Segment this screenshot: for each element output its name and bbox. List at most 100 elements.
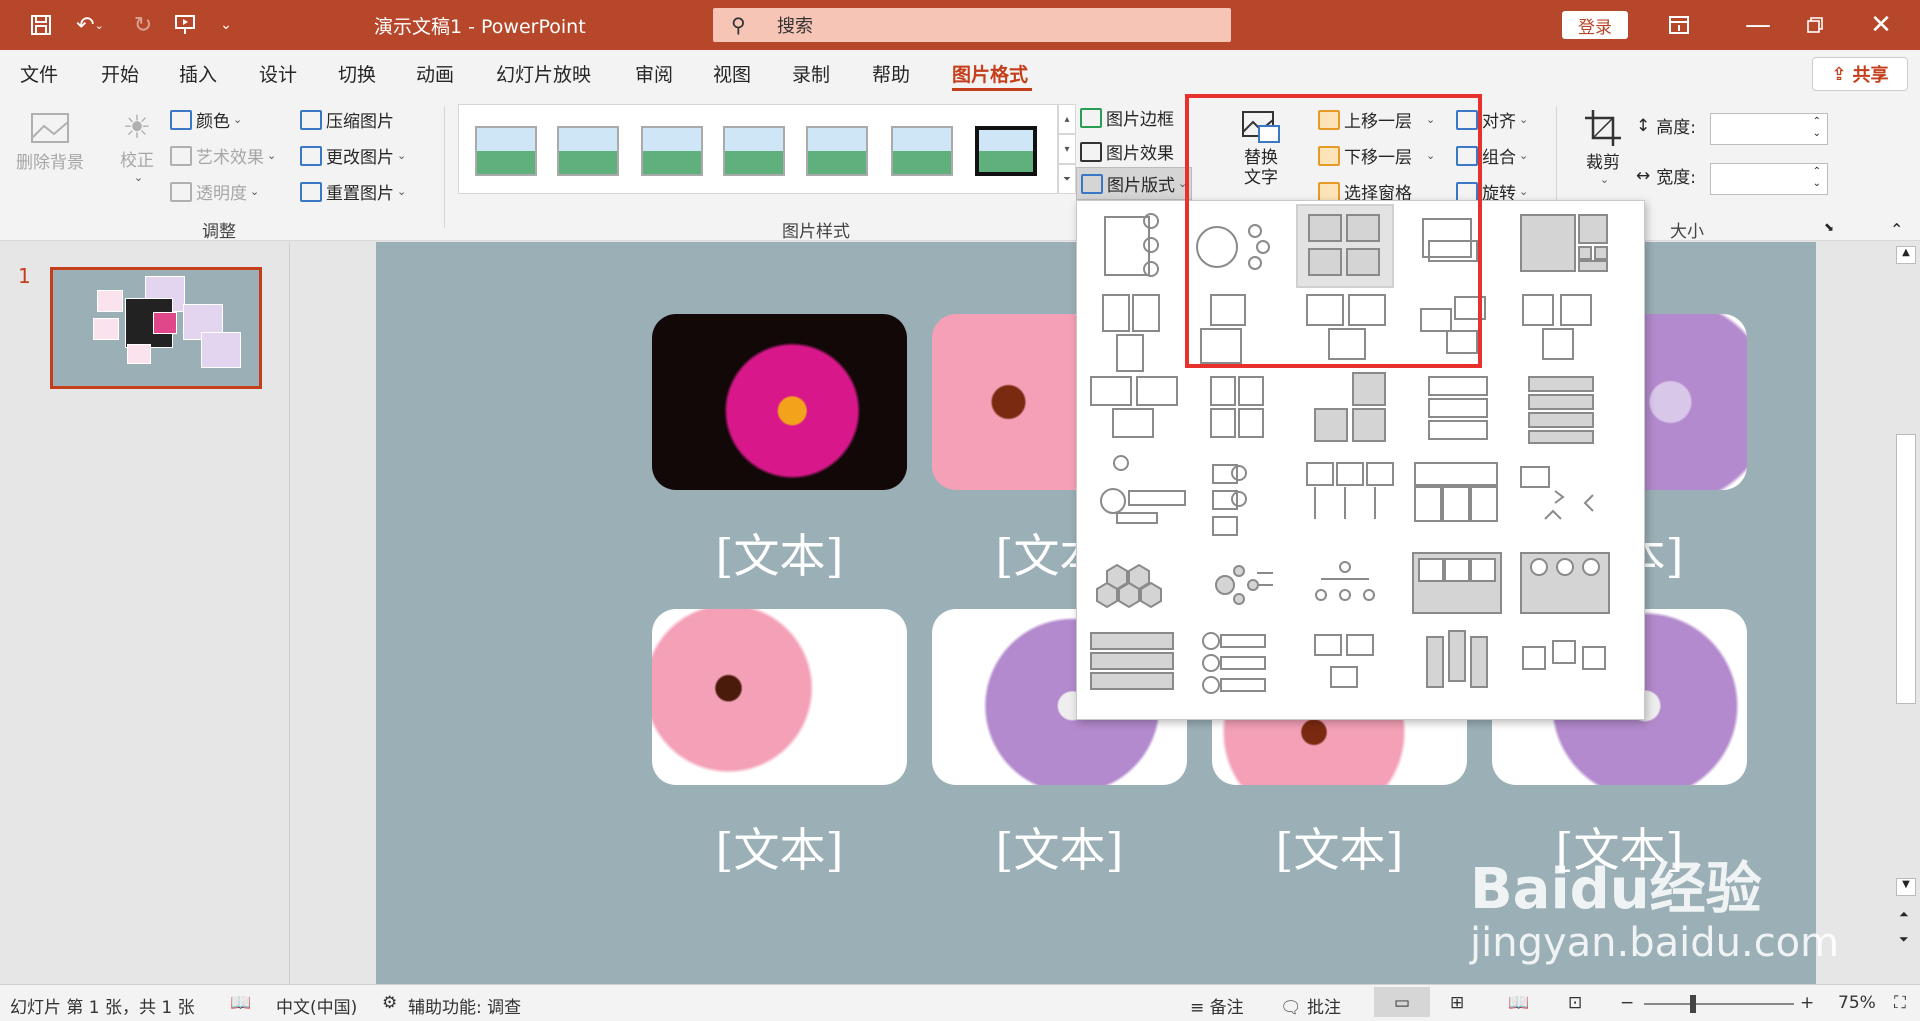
zoom-out-icon[interactable]: − xyxy=(1620,993,1634,1013)
tab-help[interactable]: 帮助 xyxy=(872,60,910,87)
layout-option[interactable] xyxy=(1104,213,1159,277)
layout-option[interactable] xyxy=(1090,632,1174,690)
tab-insert[interactable]: 插入 xyxy=(179,60,217,87)
text-placeholder[interactable]: [文本] xyxy=(932,814,1187,880)
vertical-scrollbar[interactable]: ▲ ▼ ⏶ ⏷ xyxy=(1893,242,1920,984)
picture-style-7[interactable] xyxy=(975,126,1037,176)
layout-option[interactable] xyxy=(1412,552,1502,614)
layout-option[interactable] xyxy=(1306,462,1394,519)
height-input[interactable]: ⌃ ⌄ xyxy=(1710,113,1828,145)
fit-to-window-icon[interactable]: ⛶ xyxy=(1894,993,1906,1013)
accessibility-status[interactable]: 辅助功能: 调查 xyxy=(408,993,521,1018)
gallery-more-icon[interactable]: ⏷ xyxy=(1058,164,1076,194)
previous-slide-icon[interactable]: ⏶ xyxy=(1899,907,1909,922)
minimize-icon[interactable]: — xyxy=(1743,10,1773,40)
undo-icon[interactable]: ↶ ⌄ xyxy=(70,10,110,40)
normal-view-icon[interactable]: ▭ xyxy=(1374,987,1430,1017)
layout-option[interactable] xyxy=(1100,455,1186,524)
layout-option[interactable] xyxy=(1426,630,1488,688)
compress-pictures-button[interactable]: 压缩图片 xyxy=(300,107,394,132)
login-button[interactable]: 登录 xyxy=(1562,11,1628,39)
slide-sorter-icon[interactable]: ⊞ xyxy=(1450,993,1464,1013)
slideshow-icon[interactable]: ⊡ xyxy=(1568,993,1582,1013)
reading-view-icon[interactable]: 📖 xyxy=(1508,993,1529,1013)
scroll-down-icon[interactable]: ▼ xyxy=(1896,878,1916,896)
picture-layout-button[interactable]: 图片版式 ⌄ xyxy=(1076,167,1193,200)
layout-option[interactable] xyxy=(1102,294,1160,372)
layout-option[interactable] xyxy=(1090,376,1178,438)
slide-thumbnail[interactable] xyxy=(50,267,262,389)
zoom-level[interactable]: 75% xyxy=(1838,993,1876,1013)
ribbon-display-icon[interactable] xyxy=(1664,10,1694,40)
tab-view[interactable]: 视图 xyxy=(713,60,751,87)
layout-option[interactable] xyxy=(1202,632,1266,694)
picture-style-4[interactable] xyxy=(723,126,785,176)
size-dialog-launcher-icon[interactable]: ⬊ xyxy=(1824,220,1834,234)
save-icon[interactable] xyxy=(26,10,56,40)
collapse-ribbon-icon[interactable]: ⌃ xyxy=(1890,220,1903,239)
tab-animations[interactable]: 动画 xyxy=(416,60,454,87)
picture-border-button[interactable]: 图片边框 xyxy=(1080,105,1174,130)
gallery-up-icon[interactable]: ▴ xyxy=(1058,104,1076,134)
picture-style-5[interactable] xyxy=(806,126,868,176)
tab-picture-format[interactable]: 图片格式 xyxy=(952,60,1028,87)
layout-option[interactable] xyxy=(1315,561,1375,601)
scroll-up-icon[interactable]: ▲ xyxy=(1896,246,1916,264)
layout-option[interactable] xyxy=(1314,634,1374,688)
search-input[interactable]: ⚲ 搜索 xyxy=(713,8,1231,42)
gallery-down-icon[interactable]: ▾ xyxy=(1058,134,1076,164)
tab-file[interactable]: 文件 xyxy=(20,60,58,87)
comments-button[interactable]: 🗨 批注 xyxy=(1280,993,1341,1018)
layout-option[interactable] xyxy=(1414,462,1498,522)
layout-option[interactable] xyxy=(1210,376,1264,438)
layout-option[interactable] xyxy=(1096,563,1162,609)
zoom-in-icon[interactable]: + xyxy=(1800,993,1814,1013)
layout-option[interactable] xyxy=(1528,376,1594,444)
layout-option[interactable] xyxy=(1520,214,1608,272)
layout-option[interactable] xyxy=(1215,565,1273,605)
tab-review[interactable]: 审阅 xyxy=(635,60,673,87)
text-placeholder[interactable]: [文本] xyxy=(1212,814,1467,880)
language[interactable]: 中文(中国) xyxy=(276,993,357,1018)
close-icon[interactable]: ✕ xyxy=(1866,10,1896,40)
tab-transitions[interactable]: 切换 xyxy=(338,60,376,87)
restore-icon[interactable] xyxy=(1800,10,1830,40)
flower-picture[interactable] xyxy=(652,609,907,785)
width-input[interactable]: ⌃ ⌄ xyxy=(1710,163,1828,195)
tab-slideshow[interactable]: 幻灯片放映 xyxy=(496,60,591,87)
picture-style-6[interactable] xyxy=(891,126,953,176)
spellcheck-icon[interactable]: 📖 xyxy=(230,993,251,1013)
zoom-slider-track[interactable] xyxy=(1644,1003,1794,1005)
layout-option[interactable] xyxy=(1314,372,1386,442)
redo-icon[interactable]: ↻ xyxy=(128,10,158,40)
text-placeholder[interactable]: [文本] xyxy=(652,520,907,586)
tab-home[interactable]: 开始 xyxy=(101,60,139,87)
picture-style-1[interactable] xyxy=(475,126,537,176)
layout-option[interactable] xyxy=(1212,464,1247,536)
layout-option[interactable] xyxy=(1520,466,1594,520)
scroll-thumb[interactable] xyxy=(1896,434,1916,704)
crop-button[interactable]: 裁剪 ⌄ xyxy=(1578,108,1628,186)
tab-record[interactable]: 录制 xyxy=(792,60,830,87)
layout-option[interactable] xyxy=(1522,640,1606,670)
corrections-button[interactable]: ☀ 校正 ⌄ xyxy=(112,108,162,184)
change-picture-button[interactable]: 更改图片 ⌄ xyxy=(300,143,406,168)
picture-styles-gallery[interactable] xyxy=(458,104,1058,194)
notes-button[interactable]: ≡ 备注 xyxy=(1190,993,1244,1018)
layout-option[interactable] xyxy=(1428,376,1488,440)
customize-toolbar-icon[interactable]: ⌄ xyxy=(216,10,236,40)
artistic-effects-button[interactable]: 艺术效果 ⌄ xyxy=(170,143,276,168)
transparency-button[interactable]: 透明度 ⌄ xyxy=(170,179,259,204)
flower-picture[interactable] xyxy=(652,314,907,490)
tab-design[interactable]: 设计 xyxy=(259,60,297,87)
picture-style-2[interactable] xyxy=(557,126,619,176)
zoom-slider-thumb[interactable] xyxy=(1690,995,1696,1013)
share-button[interactable]: ⇪ 共享 xyxy=(1812,57,1908,91)
color-button[interactable]: 颜色 ⌄ xyxy=(170,107,242,132)
remove-background-button[interactable]: 删除背景 xyxy=(14,108,86,173)
layout-option[interactable] xyxy=(1520,552,1610,614)
next-slide-icon[interactable]: ⏷ xyxy=(1899,932,1909,947)
picture-effects-button[interactable]: 图片效果 xyxy=(1080,139,1174,164)
presentation-icon[interactable] xyxy=(170,10,200,40)
reset-picture-button[interactable]: 重置图片 ⌄ xyxy=(300,179,406,204)
